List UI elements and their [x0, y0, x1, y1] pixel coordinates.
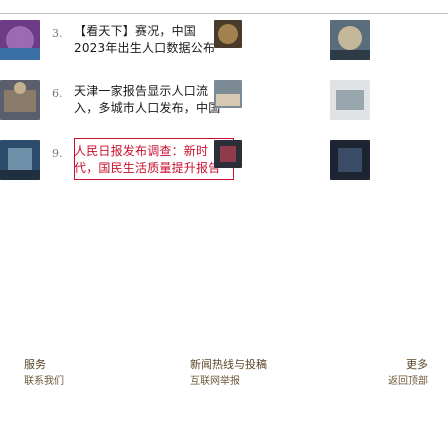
news-list: 3. 【看天下】赛况，中国2023年出生人口数据公布 6. 天津一家报告显示人口… — [0, 20, 448, 210]
footer-link-top[interactable]: 返回顶部 — [380, 373, 428, 390]
news-thumbnail-right-3[interactable] — [214, 140, 242, 168]
news-item-number: 3. — [52, 27, 63, 40]
news-thumbnail-1[interactable] — [0, 20, 40, 60]
footer-col-left: 服务 联系我们 — [24, 356, 64, 390]
news-item-title[interactable]: 天津一家报告显示人口流入，多城市人口发布，中国 — [74, 83, 224, 117]
news-item-number: 6. — [52, 87, 63, 100]
news-item-9[interactable]: 9. 人民日报发布调查：新时代，国民生活质量提升报告 — [44, 140, 448, 192]
footer-col-right: 更多 返回顶部 — [380, 356, 428, 390]
news-thumbnail-right-1[interactable] — [214, 20, 242, 48]
news-thumbnail-far-3[interactable] — [330, 140, 370, 180]
news-item-title[interactable]: 【看天下】赛况，中国2023年出生人口数据公布 — [74, 23, 224, 57]
news-item-number: 9. — [52, 147, 63, 160]
top-divider — [0, 13, 448, 14]
news-item-3[interactable]: 3. 【看天下】赛况，中国2023年出生人口数据公布 — [44, 20, 448, 72]
news-thumbnail-3[interactable] — [0, 140, 40, 180]
footer-link-report[interactable]: 互联网举报 — [190, 373, 267, 390]
footer-nav: 服务 联系我们 新闻热线与投稿 互联网举报 更多 返回顶部 — [0, 356, 448, 396]
news-item-6[interactable]: 6. 天津一家报告显示人口流入，多城市人口发布，中国 — [44, 80, 448, 132]
footer-link-more[interactable]: 更多 — [380, 356, 428, 373]
news-thumbnail-right-2[interactable] — [214, 80, 242, 108]
footer-link-services[interactable]: 服务 — [24, 356, 64, 373]
footer-col-center: 新闻热线与投稿 互联网举报 — [190, 356, 267, 390]
footer-link-hotline[interactable]: 新闻热线与投稿 — [190, 356, 267, 373]
news-thumbnail-far-1[interactable] — [330, 20, 370, 60]
news-thumbnail-2[interactable] — [0, 80, 40, 120]
news-thumbnail-far-2[interactable] — [330, 80, 370, 120]
footer-link-contact[interactable]: 联系我们 — [24, 373, 64, 390]
news-item-title[interactable]: 人民日报发布调查：新时代，国民生活质量提升报告 — [74, 143, 224, 177]
